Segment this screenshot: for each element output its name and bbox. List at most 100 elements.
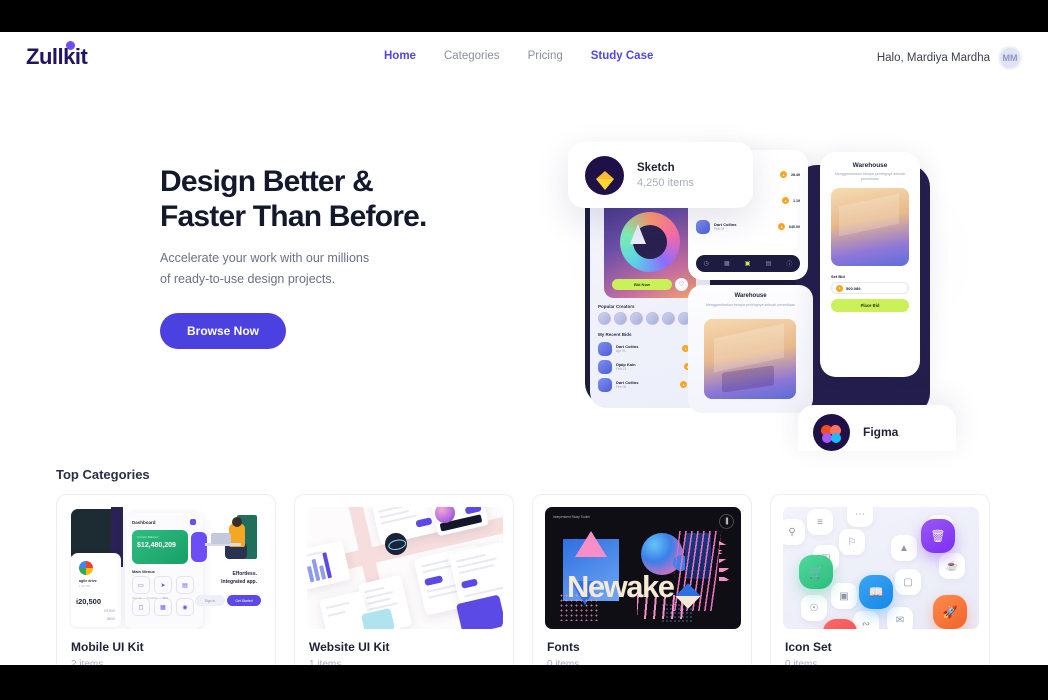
balance-amount: $12,480,209 bbox=[137, 542, 176, 549]
nav-item-home[interactable]: Home bbox=[370, 50, 430, 62]
category-card-grid: agile drive 1:20 PM i20,500 05,500 8600 … bbox=[56, 494, 990, 665]
more-icon: ◉ bbox=[176, 598, 194, 616]
nft-artwork-triangle bbox=[630, 224, 646, 244]
list-item-price: 28.49 bbox=[791, 172, 800, 177]
nav-item-categories[interactable]: Categories bbox=[430, 50, 514, 62]
section-heading-top-categories: Top Categories bbox=[56, 467, 150, 482]
floating-card-figma[interactable]: Figma bbox=[798, 405, 956, 451]
avatar bbox=[646, 312, 659, 325]
category-card-mobile-ui-kit[interactable]: agile drive 1:20 PM i20,500 05,500 8600 … bbox=[56, 494, 276, 665]
warehouse-image bbox=[831, 188, 909, 266]
settings-icon: ≡ bbox=[807, 509, 833, 535]
menu-title: Main Menus bbox=[132, 569, 155, 574]
coffee-icon: ☕ bbox=[939, 553, 965, 579]
list-item-meta: Apr 01 bbox=[616, 349, 626, 353]
warehouse-subtitle: Menggambarkan betapa pentingnya sebuah p… bbox=[705, 303, 796, 307]
coin-icon: ● bbox=[680, 381, 687, 388]
mockup-detail-phone: Warehouse Menggambarkan betapa pentingny… bbox=[820, 152, 920, 377]
page-title: Design Better & Faster Than Before. bbox=[160, 164, 560, 234]
list-item-meta: Feb 21 bbox=[616, 367, 627, 371]
top-black-bar bbox=[0, 0, 1048, 32]
coin-icon: ● bbox=[782, 197, 789, 204]
avatar[interactable]: MM bbox=[998, 46, 1022, 70]
list-item-meta: Feb 02 bbox=[714, 227, 725, 231]
hero-subtitle-line-2: of ready-to-use design projects. bbox=[160, 272, 336, 286]
clock-icon: ◷ bbox=[703, 261, 709, 267]
thumbnail bbox=[696, 219, 710, 234]
stat-1: 05,500 bbox=[104, 609, 115, 613]
info-icon: ⓘ bbox=[786, 262, 793, 268]
caption-line-2: Integrated app. bbox=[221, 579, 257, 585]
coin-icon: ● bbox=[836, 284, 843, 292]
brand-logo[interactable]: Zullkit bbox=[26, 44, 88, 70]
place-bid-button: Place Bid bbox=[831, 299, 909, 312]
user-menu[interactable]: Halo, Mardiya Mardha MM bbox=[877, 46, 1022, 70]
main-navigation: Home Categories Pricing Study Case bbox=[370, 50, 667, 62]
hero-copy: Design Better & Faster Than Before. Acce… bbox=[160, 164, 560, 349]
stat-2: 8600 bbox=[107, 617, 115, 621]
grid-icon: ▣ bbox=[744, 261, 751, 267]
hero-illustration: Find Your NFTs Today Trending Bid Now ♡ … bbox=[540, 120, 1010, 451]
chat-icon: ◻ bbox=[132, 598, 150, 616]
page-content: Zullkit Home Categories Pricing Study Ca… bbox=[0, 32, 1048, 665]
wave-icon: ∾ bbox=[853, 611, 879, 629]
thumbnail bbox=[598, 359, 612, 374]
floating-card-title: Figma bbox=[863, 425, 899, 439]
figma-icon bbox=[813, 413, 850, 451]
poster-word: Newake bbox=[567, 569, 675, 604]
avatar bbox=[630, 312, 643, 325]
get-started-button: Get Started bbox=[227, 595, 261, 606]
list-item: Dart Collins Feb 02 ● 640.00 bbox=[598, 376, 702, 393]
poster-corner-text: Independent Study Toolkit bbox=[553, 515, 590, 519]
poster-badge: ||| bbox=[719, 514, 734, 529]
cart-icon: 🛒 bbox=[799, 555, 833, 589]
thumbnail bbox=[598, 341, 612, 356]
category-card-website-ui-kit[interactable]: Website UI Kit 1 items bbox=[294, 494, 514, 665]
google-label: agile drive bbox=[79, 579, 97, 583]
trash-icon: 🗑 bbox=[921, 519, 955, 553]
browse-now-button[interactable]: Browse Now bbox=[160, 313, 287, 349]
warehouse-title: Warehouse bbox=[734, 293, 767, 299]
illustration-person bbox=[203, 515, 259, 567]
google-icon bbox=[79, 561, 93, 575]
wallet-icon: ▤ bbox=[765, 261, 772, 267]
category-name: Fonts bbox=[547, 640, 580, 654]
category-name: Website UI Kit bbox=[309, 640, 390, 654]
list-item: Dart Collins Feb 02 ● 640.00 bbox=[696, 218, 800, 235]
nft-artwork bbox=[620, 212, 680, 272]
mockup-bottom-nav: ◷ ▦ ▣ ▤ ⓘ bbox=[696, 255, 800, 272]
topup-icon: ▭ bbox=[132, 576, 150, 594]
avatar bbox=[614, 312, 627, 325]
hero-subtitle: Accelerate your work with our millions o… bbox=[160, 248, 560, 290]
apple-icon: ☉ bbox=[801, 595, 827, 621]
mockup-warehouse-panel: Warehouse Menggambarkan betapa pentingny… bbox=[688, 285, 813, 413]
google-sub: 1:20 PM bbox=[79, 584, 91, 588]
avatar bbox=[662, 312, 675, 325]
hero-title-line-1: Design Better & bbox=[160, 165, 374, 198]
list-item: Djalp Kain Feb 21 ● 1.19 bbox=[598, 358, 702, 375]
floating-card-sketch[interactable]: Sketch 4,250 items bbox=[568, 142, 753, 208]
tag-icon: ▲ bbox=[891, 535, 917, 561]
category-card-fonts[interactable]: Independent Study Toolkit ||| Newake Fon… bbox=[532, 494, 752, 665]
balance-card: Current Balance $12,480,209 bbox=[132, 530, 188, 564]
thumbnail-wrap: ⚲ ≡ ⋯ ⚐ ◫ ▲ ◯ ☕ ▢ ☉ ▣ ✉ ∾ 🗑 🛒 bbox=[771, 495, 989, 629]
image-icon: ▦ bbox=[723, 261, 730, 267]
category-meta: Icon Set 0 items bbox=[771, 629, 989, 665]
rocket-icon: 🚀 bbox=[933, 595, 967, 629]
nav-item-study-case[interactable]: Study Case bbox=[577, 50, 668, 62]
menu-label: Transfer bbox=[146, 596, 158, 600]
category-meta: Fonts 0 items bbox=[533, 629, 751, 665]
category-meta: Mobile UI Kit 2 items bbox=[57, 629, 275, 665]
warehouse-title: Warehouse bbox=[852, 162, 888, 169]
category-thumbnail bbox=[307, 507, 503, 629]
nav-item-pricing[interactable]: Pricing bbox=[514, 50, 577, 62]
stats-icon: ▦ bbox=[154, 598, 172, 616]
screenshot-root: Zullkit Home Categories Pricing Study Ca… bbox=[0, 0, 1048, 700]
heart-icon: ❤ bbox=[823, 619, 857, 629]
dashboard-title: Dashboard bbox=[132, 520, 156, 525]
category-card-icon-set[interactable]: ⚲ ≡ ⋯ ⚐ ◫ ▲ ◯ ☕ ▢ ☉ ▣ ✉ ∾ 🗑 🛒 bbox=[770, 494, 990, 665]
category-name: Mobile UI Kit bbox=[71, 640, 144, 654]
list-item-price: 640.00 bbox=[789, 224, 800, 229]
thumbnail-wrap bbox=[295, 495, 513, 629]
menu-label: Bills bbox=[162, 596, 169, 600]
